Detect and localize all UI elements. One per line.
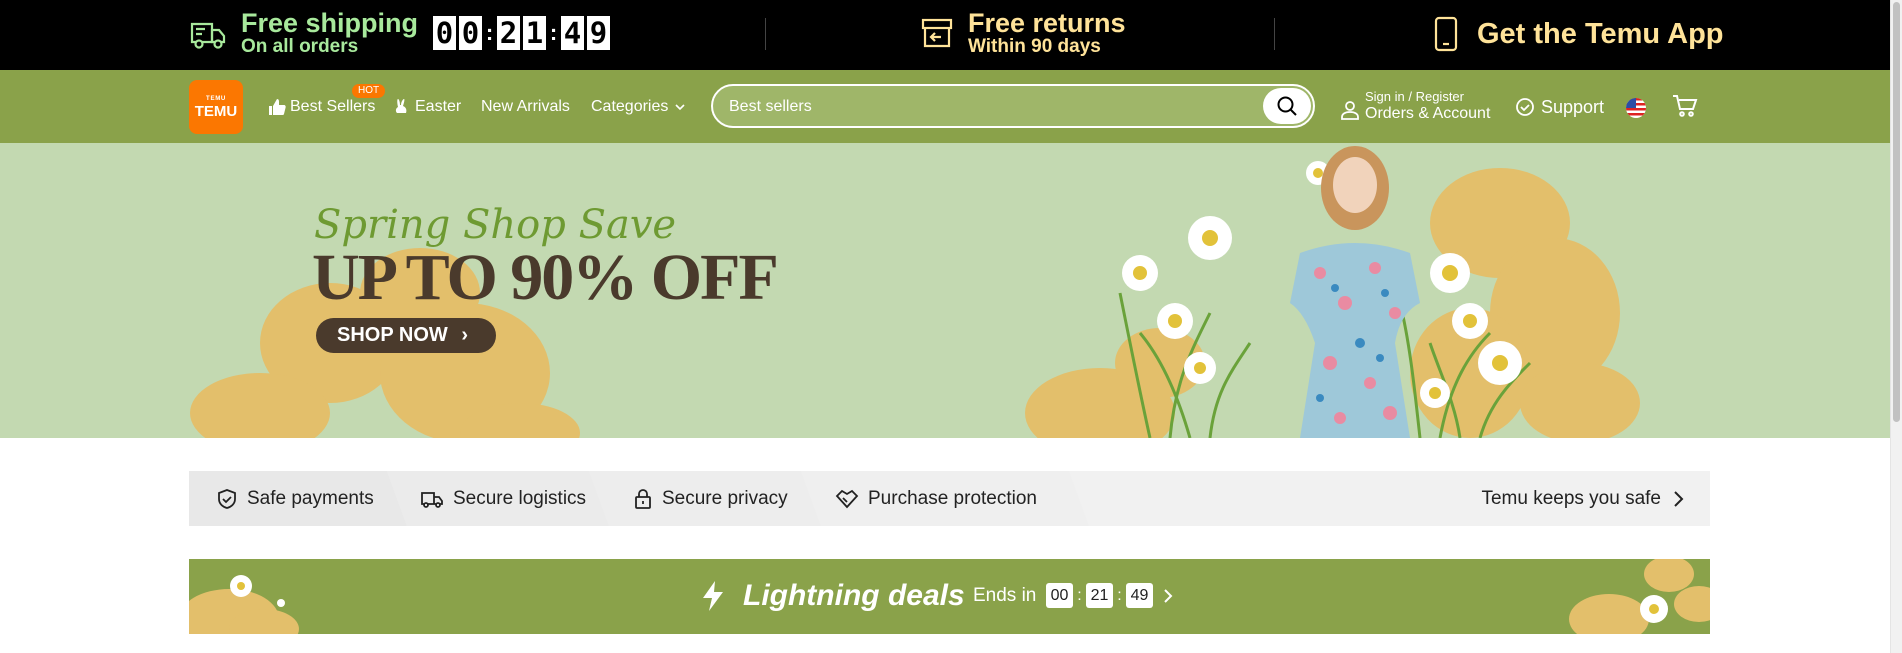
phone-icon[interactable]: [1432, 16, 1460, 52]
deals-seconds: 49: [1126, 583, 1153, 608]
chevron-right-icon: [1674, 490, 1684, 507]
hero-headline: UP TO 90% OFF: [312, 241, 779, 314]
logo-text: TEMU: [194, 103, 238, 120]
shop-now-label: SHOP NOW: [337, 324, 448, 346]
divider: [765, 18, 766, 50]
get-app-link[interactable]: Get the Temu App: [1477, 18, 1724, 50]
timer-colon: :: [1077, 587, 1082, 604]
nav-categories[interactable]: Categories: [591, 97, 691, 117]
timer-colon: :: [485, 20, 494, 45]
nav-easter-label: Easter: [415, 98, 462, 115]
page-scrollbar[interactable]: [1890, 0, 1902, 653]
free-returns-subtitle: Within 90 days: [968, 36, 1101, 57]
bunny-icon: [395, 99, 407, 113]
nav-categories-label: Categories: [591, 98, 669, 115]
ends-in-label: Ends in: [973, 585, 1037, 606]
deals-hours: 00: [1046, 583, 1073, 608]
hero-banner[interactable]: Spring Shop Save UP TO 90% OFF SHOP NOW …: [0, 143, 1890, 438]
nav-easter[interactable]: Easter: [393, 97, 461, 117]
account-sign-in-label: Sign in / Register: [1365, 89, 1464, 104]
timer-colon: :: [1117, 587, 1122, 604]
handshake-icon: [835, 489, 859, 508]
truck-icon: [421, 491, 443, 508]
timer-digit: 1: [523, 16, 546, 50]
search-icon: [1277, 96, 1297, 116]
timer-digit: 9: [587, 16, 610, 50]
hot-badge: HOT: [352, 84, 386, 98]
deals-minutes: 21: [1086, 583, 1113, 608]
trust-secure-logistics: Secure logistics: [420, 471, 586, 526]
timer-digit: 2: [497, 16, 520, 50]
timer-digit: 0: [459, 16, 482, 50]
search-button[interactable]: [1263, 88, 1311, 124]
nav-new-arrivals[interactable]: New Arrivals: [481, 97, 570, 117]
main-nav: ᵀᴱᴹᵁ TEMU Best Sellers HOT Easter New Ar…: [0, 70, 1890, 143]
countdown-timer: 0 0 : 2 1 : 4 9: [433, 16, 613, 50]
trust-purchase-protection: Purchase protection: [835, 471, 1037, 526]
support-link[interactable]: Support: [1515, 97, 1604, 117]
search-input[interactable]: Best sellers: [729, 97, 812, 117]
support-label: Support: [1541, 97, 1605, 117]
chevron-right-icon[interactable]: [1163, 588, 1173, 604]
trust-strip[interactable]: Safe payments Secure logistics Secure pr…: [189, 471, 1710, 526]
deals-countdown: 00 : 21 : 49: [1046, 583, 1153, 608]
timer-colon: :: [549, 20, 558, 45]
thumbs-up-icon: [269, 99, 286, 115]
promo-bar: Free shipping On all orders 0 0 : 2 1 : …: [0, 0, 1890, 70]
free-shipping-subtitle: On all orders: [241, 36, 359, 57]
divider: [1274, 18, 1275, 50]
trust-item-label: Secure logistics: [453, 487, 587, 509]
user-icon: [1341, 101, 1359, 120]
us-flag-icon[interactable]: [1626, 98, 1646, 118]
trust-safe-payments: Safe payments: [216, 471, 374, 526]
trust-item-label: Secure privacy: [662, 487, 788, 509]
trust-right-label: Temu keeps you safe: [1481, 487, 1661, 509]
scrollbar-thumb[interactable]: [1893, 2, 1900, 422]
timer-digit: 0: [433, 16, 456, 50]
nav-best-sellers-label: Best Sellers: [290, 98, 376, 115]
trust-item-label: Safe payments: [247, 487, 374, 509]
trust-secure-privacy: Secure privacy: [633, 471, 788, 526]
account-orders-label: Orders & Account: [1365, 105, 1491, 122]
support-chat-icon: [1516, 98, 1534, 116]
return-box-icon: [921, 18, 953, 48]
lock-icon: [635, 488, 651, 509]
shield-check-icon: [218, 488, 236, 509]
trust-item-label: Purchase protection: [868, 487, 1037, 509]
lightning-deals-title: Lightning deals: [743, 579, 965, 612]
cart-icon[interactable]: [1672, 94, 1698, 118]
free-shipping-title: Free shipping: [241, 8, 419, 38]
shop-now-button[interactable]: SHOP NOW ›: [316, 318, 496, 353]
lightning-deals-banner[interactable]: Lightning deals Ends in 00 : 21 : 49: [189, 559, 1710, 634]
nav-best-sellers[interactable]: Best Sellers: [268, 97, 375, 117]
search-bar[interactable]: Best sellers: [711, 84, 1315, 128]
temu-logo[interactable]: ᵀᴱᴹᵁ TEMU: [189, 80, 243, 134]
hero-decoration: [190, 146, 1640, 438]
truck-icon: [190, 22, 226, 49]
temu-keeps-you-safe-link[interactable]: Temu keeps you safe: [1481, 471, 1684, 526]
timer-digit: 4: [561, 16, 584, 50]
lightning-bolt-icon: [703, 581, 723, 611]
nav-new-arrivals-label: New Arrivals: [481, 98, 570, 115]
free-returns-title: Free returns: [968, 8, 1126, 38]
chevron-right-icon: ›: [461, 324, 468, 346]
chevron-down-icon: [675, 104, 685, 111]
